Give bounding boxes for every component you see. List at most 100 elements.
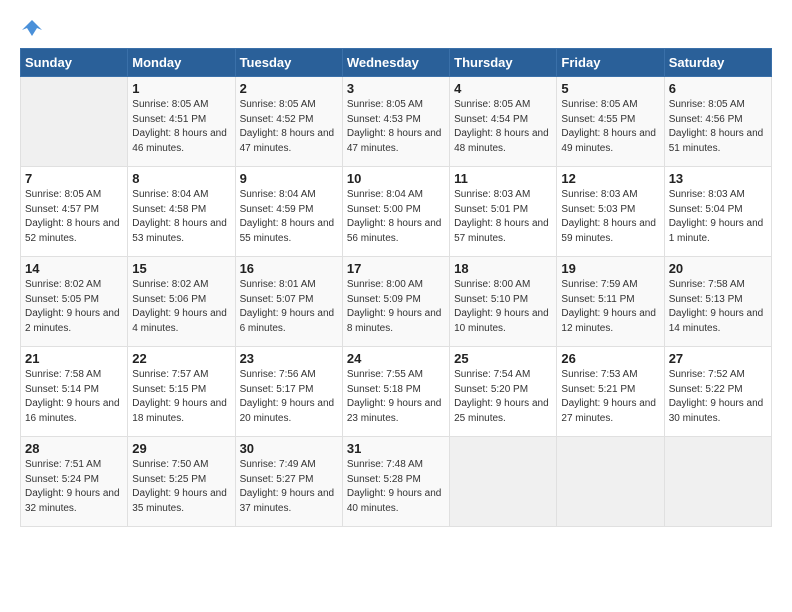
sunset-text: Sunset: 4:56 PM bbox=[669, 114, 743, 125]
calendar-cell: 7 Sunrise: 8:05 AM Sunset: 4:57 PM Dayli… bbox=[21, 167, 128, 257]
day-number: 27 bbox=[669, 351, 767, 366]
daylight-text: Daylight: 8 hours and 59 minutes. bbox=[561, 218, 656, 244]
daylight-text: Daylight: 9 hours and 25 minutes. bbox=[454, 398, 549, 424]
calendar-cell: 9 Sunrise: 8:04 AM Sunset: 4:59 PM Dayli… bbox=[235, 167, 342, 257]
daylight-text: Daylight: 9 hours and 6 minutes. bbox=[240, 308, 335, 334]
calendar-cell bbox=[557, 437, 664, 527]
daylight-text: Daylight: 9 hours and 27 minutes. bbox=[561, 398, 656, 424]
sunrise-text: Sunrise: 7:55 AM bbox=[347, 369, 423, 380]
sunrise-text: Sunrise: 7:58 AM bbox=[669, 279, 745, 290]
calendar-cell: 12 Sunrise: 8:03 AM Sunset: 5:03 PM Dayl… bbox=[557, 167, 664, 257]
sunrise-text: Sunrise: 8:04 AM bbox=[240, 189, 316, 200]
calendar-cell: 11 Sunrise: 8:03 AM Sunset: 5:01 PM Dayl… bbox=[450, 167, 557, 257]
daylight-text: Daylight: 8 hours and 46 minutes. bbox=[132, 128, 227, 154]
day-number: 15 bbox=[132, 261, 230, 276]
daylight-text: Daylight: 9 hours and 30 minutes. bbox=[669, 398, 764, 424]
daylight-text: Daylight: 9 hours and 1 minute. bbox=[669, 218, 764, 244]
day-info: Sunrise: 7:48 AM Sunset: 5:28 PM Dayligh… bbox=[347, 458, 445, 516]
day-number: 7 bbox=[25, 171, 123, 186]
sunset-text: Sunset: 5:04 PM bbox=[669, 204, 743, 215]
day-info: Sunrise: 8:00 AM Sunset: 5:10 PM Dayligh… bbox=[454, 278, 552, 336]
sunrise-text: Sunrise: 8:02 AM bbox=[132, 279, 208, 290]
calendar-cell: 5 Sunrise: 8:05 AM Sunset: 4:55 PM Dayli… bbox=[557, 77, 664, 167]
weekday-header-friday: Friday bbox=[557, 49, 664, 77]
day-info: Sunrise: 8:05 AM Sunset: 4:51 PM Dayligh… bbox=[132, 98, 230, 156]
daylight-text: Daylight: 9 hours and 8 minutes. bbox=[347, 308, 442, 334]
calendar-cell: 18 Sunrise: 8:00 AM Sunset: 5:10 PM Dayl… bbox=[450, 257, 557, 347]
day-info: Sunrise: 8:05 AM Sunset: 4:53 PM Dayligh… bbox=[347, 98, 445, 156]
sunset-text: Sunset: 5:13 PM bbox=[669, 294, 743, 305]
day-number: 31 bbox=[347, 441, 445, 456]
day-number: 26 bbox=[561, 351, 659, 366]
calendar-header: SundayMondayTuesdayWednesdayThursdayFrid… bbox=[21, 49, 772, 77]
day-info: Sunrise: 8:03 AM Sunset: 5:01 PM Dayligh… bbox=[454, 188, 552, 246]
daylight-text: Daylight: 9 hours and 4 minutes. bbox=[132, 308, 227, 334]
day-number: 29 bbox=[132, 441, 230, 456]
calendar-cell: 19 Sunrise: 7:59 AM Sunset: 5:11 PM Dayl… bbox=[557, 257, 664, 347]
sunrise-text: Sunrise: 8:02 AM bbox=[25, 279, 101, 290]
sunset-text: Sunset: 5:11 PM bbox=[561, 294, 634, 305]
sunset-text: Sunset: 5:20 PM bbox=[454, 384, 528, 395]
sunrise-text: Sunrise: 8:03 AM bbox=[454, 189, 530, 200]
calendar-cell: 26 Sunrise: 7:53 AM Sunset: 5:21 PM Dayl… bbox=[557, 347, 664, 437]
sunrise-text: Sunrise: 8:00 AM bbox=[454, 279, 530, 290]
day-number: 1 bbox=[132, 81, 230, 96]
sunrise-text: Sunrise: 8:03 AM bbox=[669, 189, 745, 200]
calendar-week-2: 7 Sunrise: 8:05 AM Sunset: 4:57 PM Dayli… bbox=[21, 167, 772, 257]
sunrise-text: Sunrise: 8:05 AM bbox=[561, 99, 637, 110]
weekday-header-sunday: Sunday bbox=[21, 49, 128, 77]
weekday-header-monday: Monday bbox=[128, 49, 235, 77]
day-number: 23 bbox=[240, 351, 338, 366]
day-info: Sunrise: 8:04 AM Sunset: 5:00 PM Dayligh… bbox=[347, 188, 445, 246]
sunset-text: Sunset: 5:06 PM bbox=[132, 294, 206, 305]
logo-bird-icon bbox=[22, 20, 42, 36]
day-number: 4 bbox=[454, 81, 552, 96]
day-info: Sunrise: 7:58 AM Sunset: 5:13 PM Dayligh… bbox=[669, 278, 767, 336]
sunset-text: Sunset: 5:00 PM bbox=[347, 204, 421, 215]
day-number: 28 bbox=[25, 441, 123, 456]
calendar-cell: 1 Sunrise: 8:05 AM Sunset: 4:51 PM Dayli… bbox=[128, 77, 235, 167]
day-number: 21 bbox=[25, 351, 123, 366]
sunrise-text: Sunrise: 8:03 AM bbox=[561, 189, 637, 200]
sunrise-text: Sunrise: 7:50 AM bbox=[132, 459, 208, 470]
sunrise-text: Sunrise: 7:59 AM bbox=[561, 279, 637, 290]
day-info: Sunrise: 8:04 AM Sunset: 4:59 PM Dayligh… bbox=[240, 188, 338, 246]
sunset-text: Sunset: 4:59 PM bbox=[240, 204, 314, 215]
weekday-header-tuesday: Tuesday bbox=[235, 49, 342, 77]
calendar-week-3: 14 Sunrise: 8:02 AM Sunset: 5:05 PM Dayl… bbox=[21, 257, 772, 347]
daylight-text: Daylight: 9 hours and 12 minutes. bbox=[561, 308, 656, 334]
day-info: Sunrise: 7:49 AM Sunset: 5:27 PM Dayligh… bbox=[240, 458, 338, 516]
day-info: Sunrise: 8:05 AM Sunset: 4:56 PM Dayligh… bbox=[669, 98, 767, 156]
day-info: Sunrise: 8:03 AM Sunset: 5:03 PM Dayligh… bbox=[561, 188, 659, 246]
day-number: 5 bbox=[561, 81, 659, 96]
sunset-text: Sunset: 4:53 PM bbox=[347, 114, 421, 125]
daylight-text: Daylight: 9 hours and 23 minutes. bbox=[347, 398, 442, 424]
day-info: Sunrise: 7:52 AM Sunset: 5:22 PM Dayligh… bbox=[669, 368, 767, 426]
calendar-cell: 8 Sunrise: 8:04 AM Sunset: 4:58 PM Dayli… bbox=[128, 167, 235, 257]
day-info: Sunrise: 7:51 AM Sunset: 5:24 PM Dayligh… bbox=[25, 458, 123, 516]
day-number: 22 bbox=[132, 351, 230, 366]
calendar-body: 1 Sunrise: 8:05 AM Sunset: 4:51 PM Dayli… bbox=[21, 77, 772, 527]
calendar-cell: 23 Sunrise: 7:56 AM Sunset: 5:17 PM Dayl… bbox=[235, 347, 342, 437]
calendar-week-5: 28 Sunrise: 7:51 AM Sunset: 5:24 PM Dayl… bbox=[21, 437, 772, 527]
calendar-cell: 30 Sunrise: 7:49 AM Sunset: 5:27 PM Dayl… bbox=[235, 437, 342, 527]
sunset-text: Sunset: 5:07 PM bbox=[240, 294, 314, 305]
sunrise-text: Sunrise: 8:05 AM bbox=[669, 99, 745, 110]
sunrise-text: Sunrise: 8:04 AM bbox=[347, 189, 423, 200]
day-number: 13 bbox=[669, 171, 767, 186]
daylight-text: Daylight: 9 hours and 2 minutes. bbox=[25, 308, 120, 334]
daylight-text: Daylight: 9 hours and 18 minutes. bbox=[132, 398, 227, 424]
sunset-text: Sunset: 5:09 PM bbox=[347, 294, 421, 305]
daylight-text: Daylight: 8 hours and 49 minutes. bbox=[561, 128, 656, 154]
sunrise-text: Sunrise: 8:05 AM bbox=[132, 99, 208, 110]
sunset-text: Sunset: 4:57 PM bbox=[25, 204, 99, 215]
sunrise-text: Sunrise: 8:05 AM bbox=[25, 189, 101, 200]
calendar-cell: 4 Sunrise: 8:05 AM Sunset: 4:54 PM Dayli… bbox=[450, 77, 557, 167]
sunrise-text: Sunrise: 7:57 AM bbox=[132, 369, 208, 380]
calendar-cell bbox=[450, 437, 557, 527]
sunset-text: Sunset: 4:52 PM bbox=[240, 114, 314, 125]
day-info: Sunrise: 7:59 AM Sunset: 5:11 PM Dayligh… bbox=[561, 278, 659, 336]
day-info: Sunrise: 8:02 AM Sunset: 5:06 PM Dayligh… bbox=[132, 278, 230, 336]
calendar-cell: 15 Sunrise: 8:02 AM Sunset: 5:06 PM Dayl… bbox=[128, 257, 235, 347]
daylight-text: Daylight: 8 hours and 52 minutes. bbox=[25, 218, 120, 244]
